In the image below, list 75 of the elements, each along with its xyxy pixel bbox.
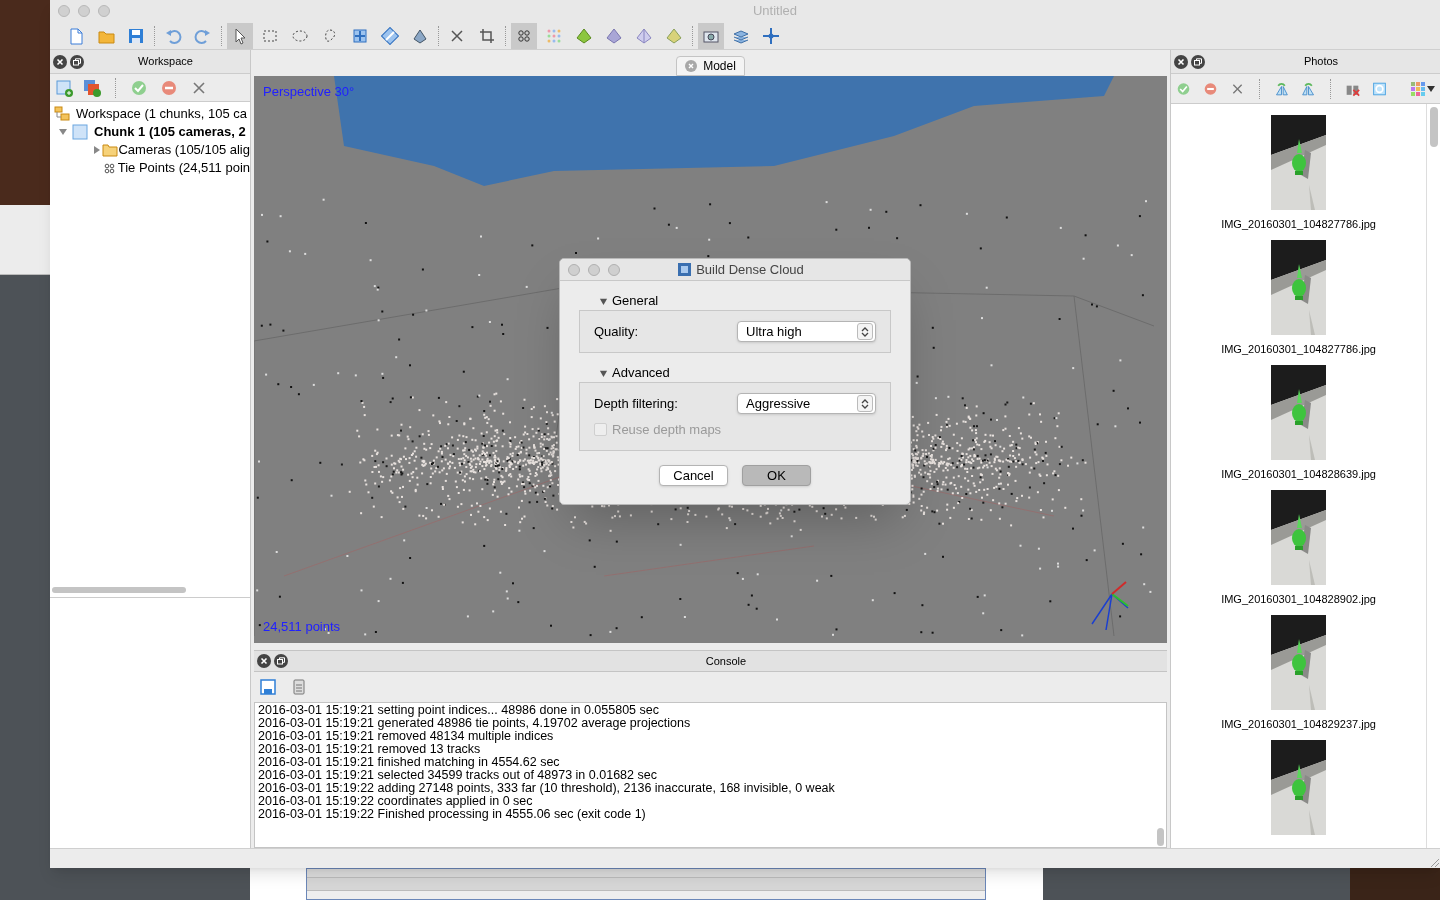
floppy-icon bbox=[127, 26, 145, 45]
cursor-tool[interactable] bbox=[227, 22, 253, 49]
close-icon[interactable] bbox=[53, 54, 67, 69]
projection-label: Perspective 30° bbox=[263, 83, 355, 101]
camera-tool[interactable] bbox=[698, 22, 724, 49]
point-count-label: 24,511 points bbox=[263, 617, 341, 636]
dots-tool[interactable] bbox=[511, 22, 537, 49]
dropdown-arrow-icon[interactable] bbox=[1427, 84, 1435, 93]
dropdown[interactable]: Aggressive bbox=[737, 393, 876, 414]
stop-icon[interactable] bbox=[160, 78, 178, 97]
float-icon[interactable] bbox=[1191, 54, 1205, 69]
photo-label[interactable]: IMG_20160301_104828902.jpg bbox=[1221, 591, 1376, 608]
close-icon[interactable] bbox=[257, 654, 271, 668]
window-title: Untitled bbox=[752, 3, 798, 19]
close-icon[interactable] bbox=[1174, 54, 1188, 69]
field-label: Depth filtering: bbox=[594, 394, 678, 413]
resize-grip-icon[interactable] bbox=[1430, 858, 1440, 868]
photo-label[interactable]: IMG_20160301_104829237.jpg bbox=[1221, 716, 1376, 733]
dialog-button[interactable]: OK bbox=[742, 464, 811, 486]
file-icon bbox=[67, 26, 85, 45]
add-chunk-icon[interactable] bbox=[55, 78, 73, 97]
scrollbar[interactable] bbox=[52, 586, 186, 593]
console-line: 2016-03-01 15:19:21 removed 13 tracks bbox=[258, 743, 481, 756]
rotate-region-icon bbox=[381, 26, 399, 45]
add-photos-icon[interactable] bbox=[83, 78, 101, 97]
pyramid-icon bbox=[575, 26, 593, 45]
pyramid-icon bbox=[605, 26, 623, 45]
console-line: 2016-03-01 15:19:21 selected 34599 tracks out of 48973 in 0.01682 sec bbox=[258, 769, 658, 782]
float-icon[interactable] bbox=[70, 54, 84, 69]
collapse-arrow-icon[interactable] bbox=[599, 368, 608, 378]
section-title[interactable]: Advanced bbox=[612, 363, 670, 383]
model-tab[interactable]: Model bbox=[676, 56, 745, 76]
scrollbar[interactable] bbox=[1156, 828, 1164, 846]
pyramid-icon bbox=[635, 26, 653, 45]
console-line: 2016-03-01 15:19:21 finished matching in 4554.62 sec bbox=[258, 756, 561, 769]
tree-item[interactable]: Chunk 1 (105 cameras, 2 bbox=[94, 122, 246, 142]
move-region-icon bbox=[351, 26, 369, 45]
tree-item[interactable]: Workspace (1 chunks, 105 ca bbox=[76, 104, 247, 124]
section-title[interactable]: General bbox=[612, 291, 659, 311]
collapse-arrow-icon[interactable] bbox=[599, 296, 608, 306]
scrollbar[interactable] bbox=[1429, 107, 1438, 147]
crop-icon bbox=[478, 26, 496, 45]
panel-title: Workspace bbox=[137, 54, 194, 70]
close-button[interactable] bbox=[568, 263, 580, 276]
tree-item[interactable]: Cameras (105/105 alig bbox=[118, 140, 250, 160]
pyramid-icon bbox=[665, 26, 683, 45]
stepper-icon bbox=[857, 323, 873, 340]
checkbox-label: Reuse depth maps bbox=[612, 421, 722, 439]
folders-icon bbox=[54, 106, 70, 122]
photo-label[interactable]: IMG_20160301_104827786.jpg bbox=[1221, 216, 1376, 233]
check-icon[interactable] bbox=[130, 78, 148, 97]
field-label: Quality: bbox=[594, 322, 639, 341]
stepper-icon bbox=[857, 395, 873, 412]
photo-label[interactable]: IMG_20160301_104827786.jpg bbox=[1221, 341, 1376, 358]
panel-title: Photos bbox=[1302, 54, 1340, 70]
chunk-icon bbox=[72, 124, 88, 140]
console-line: 2016-03-01 15:19:21 removed 48134 multiple indices bbox=[258, 730, 555, 743]
app-icon bbox=[678, 263, 692, 276]
console-line: 2016-03-01 15:19:21 setting point indices... 48986 done in 0.055805 sec bbox=[258, 704, 660, 717]
console-line: 2016-03-01 15:19:21 generated 48986 tie points, 4.19702 average projections bbox=[258, 717, 692, 730]
console-line: 2016-03-01 15:19:22 coordinates applied in 0 sec bbox=[258, 795, 534, 808]
dropdown[interactable]: Ultra high bbox=[737, 321, 876, 342]
dialog-title: Build Dense Cloud bbox=[696, 260, 804, 279]
navigate-icon bbox=[762, 26, 780, 45]
folder-icon bbox=[102, 142, 119, 158]
zoom-button[interactable] bbox=[608, 263, 620, 276]
tree-item[interactable]: Tie Points (24,511 poin bbox=[117, 158, 250, 178]
dialog-button[interactable]: Cancel bbox=[659, 464, 728, 486]
photo-label[interactable]: IMG_20160301_104828639.jpg bbox=[1221, 466, 1376, 483]
minimize-button[interactable] bbox=[588, 263, 600, 276]
console-line: 2016-03-01 15:19:22 Finished processing in 4555.06 sec (exit code 1) bbox=[258, 808, 647, 821]
console-line: 2016-03-01 15:19:22 adding 27148 points, 333 far (10 threshold), 2136 inaccurate, 168 invisible, 0 weak bbox=[258, 782, 836, 795]
panel-title: Console bbox=[704, 653, 748, 669]
floppy-icon[interactable] bbox=[259, 678, 277, 696]
float-icon[interactable] bbox=[274, 654, 288, 668]
